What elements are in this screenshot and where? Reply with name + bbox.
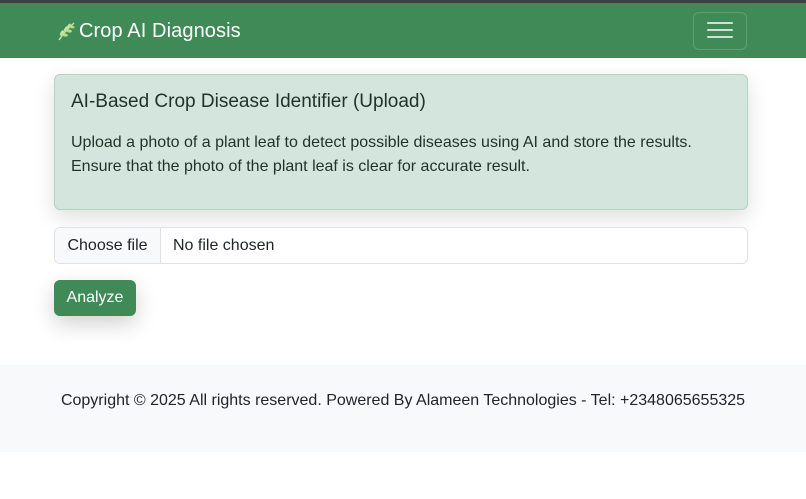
file-upload-input[interactable]: Choose file No file chosen <box>54 227 748 264</box>
footer-copyright: Copyright © 2025 All rights reserved. Po… <box>60 392 746 409</box>
choose-file-button[interactable]: Choose file <box>55 228 161 263</box>
navbar: Crop AI Diagnosis <box>0 3 806 58</box>
brand-text: Crop AI Diagnosis <box>79 19 241 42</box>
analyze-button[interactable]: Analyze <box>54 280 136 316</box>
footer: Copyright © 2025 All rights reserved. Po… <box>0 365 806 452</box>
file-status-text: No file chosen <box>173 236 275 254</box>
card-title: AI-Based Crop Disease Identifier (Upload… <box>71 91 426 112</box>
leaf-icon <box>55 20 77 42</box>
card-description: Upload a photo of a plant leaf to detect… <box>71 134 692 175</box>
brand-link[interactable]: Crop AI Diagnosis <box>55 17 241 45</box>
hamburger-menu-icon <box>707 19 733 44</box>
navbar-toggle-button[interactable] <box>693 12 747 50</box>
info-card: AI-Based Crop Disease Identifier (Upload… <box>54 74 748 210</box>
